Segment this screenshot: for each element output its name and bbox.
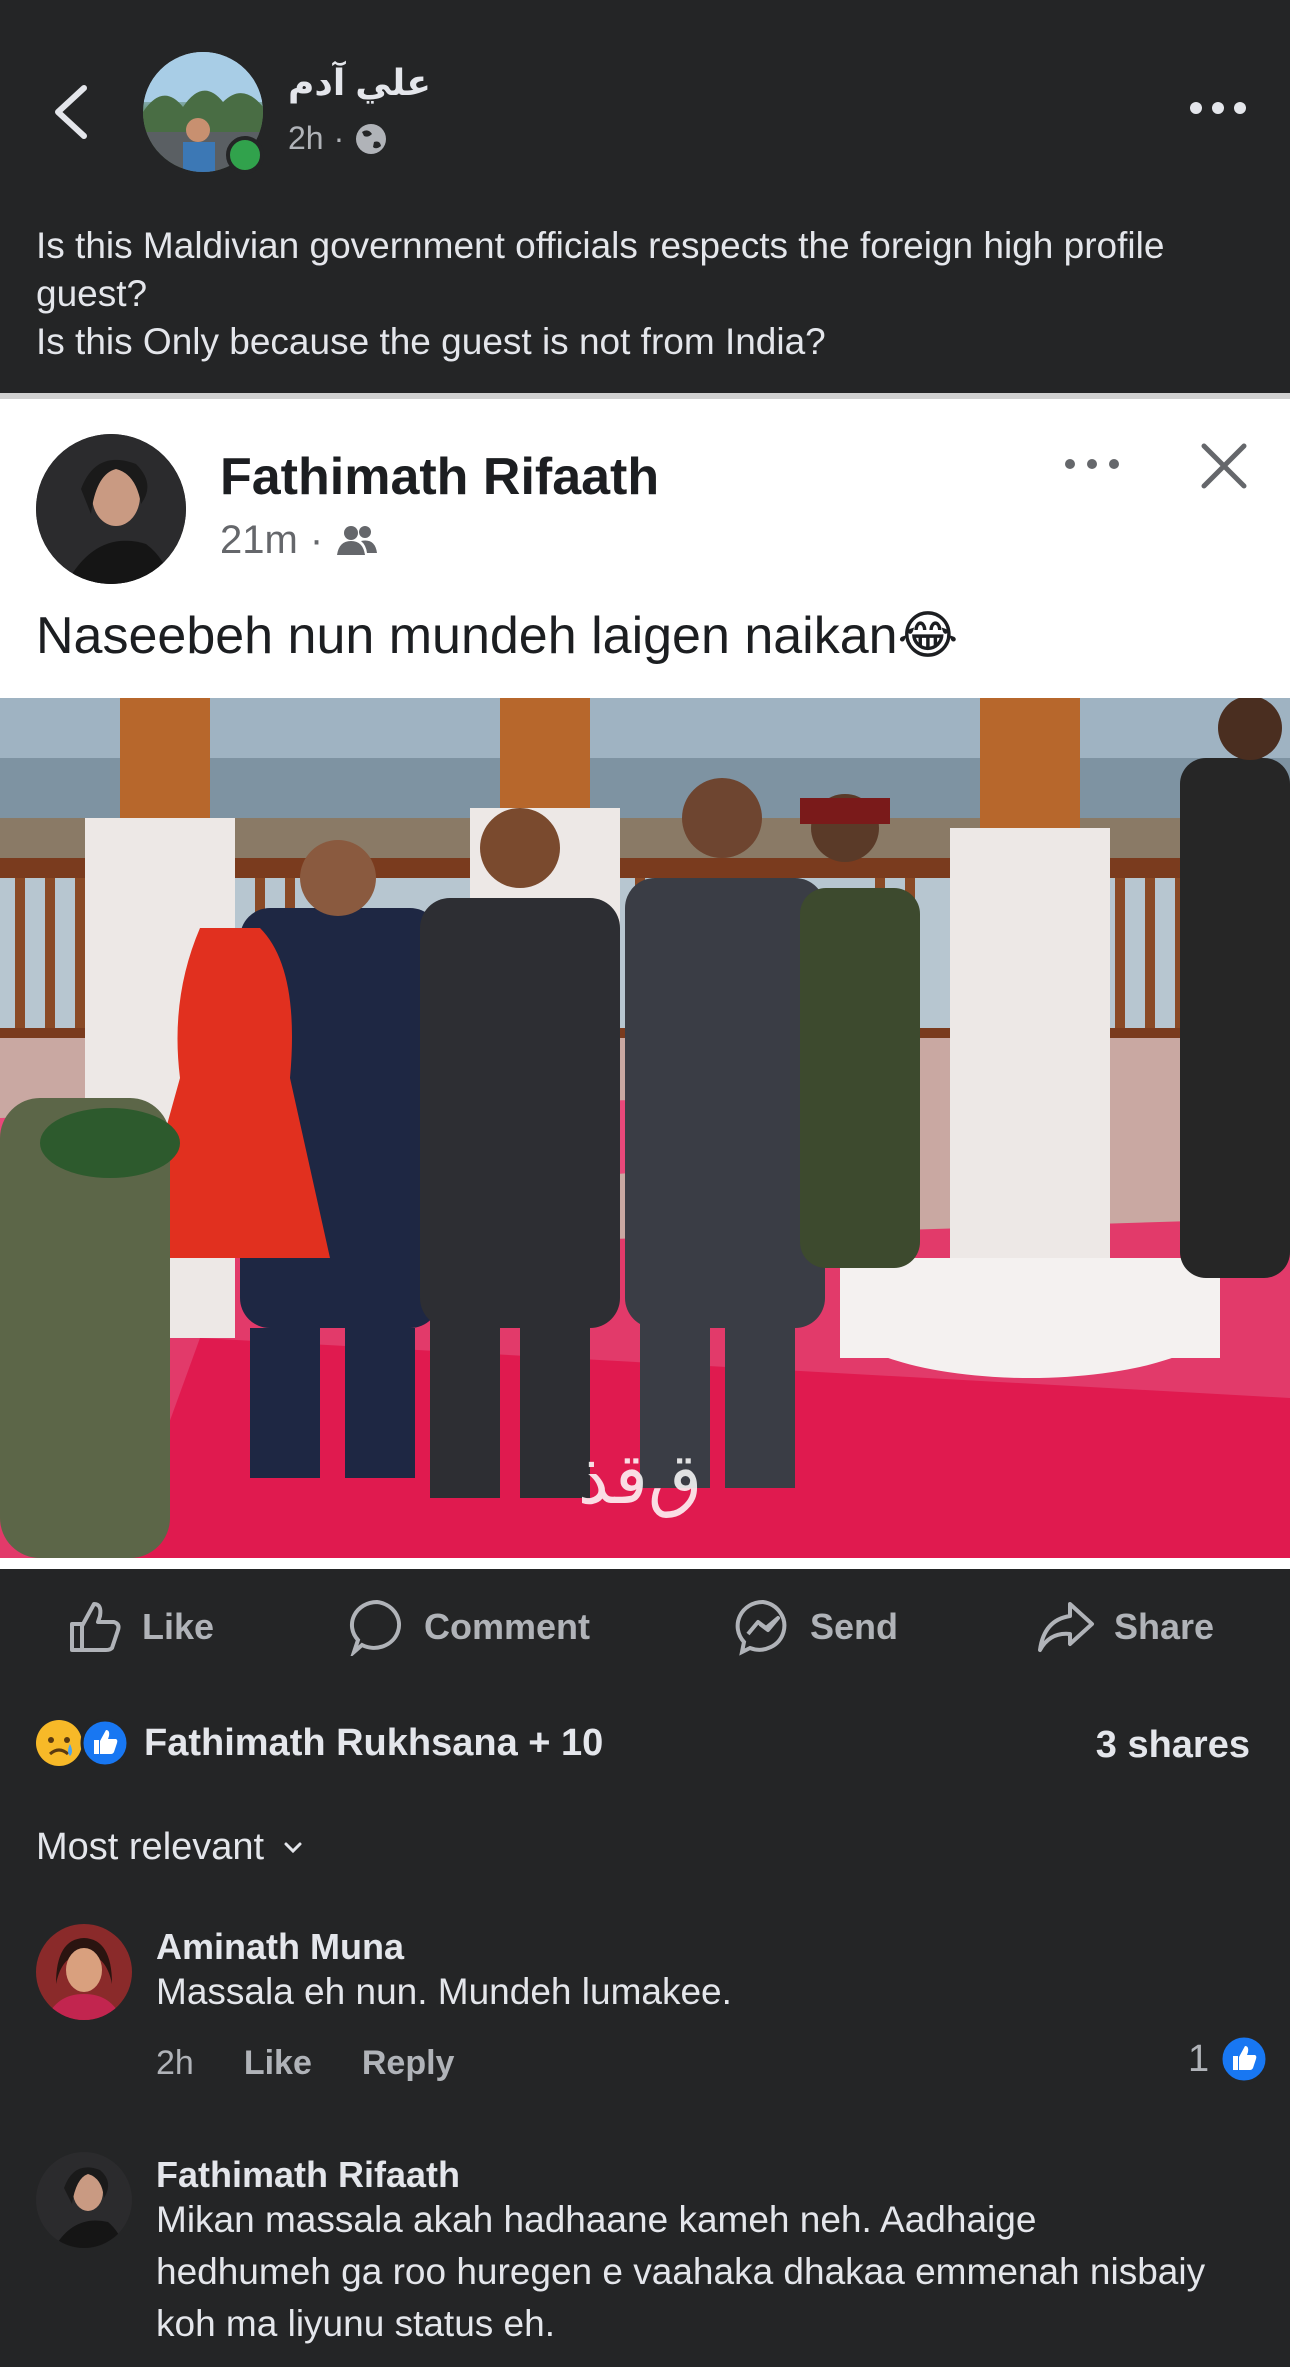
share-arrow-icon <box>1038 1602 1094 1652</box>
shared-post-time: 21m <box>220 518 298 562</box>
comment-meta: 2h Like Reply <box>156 2044 454 2083</box>
more-options-icon[interactable] <box>1188 98 1248 118</box>
shared-post-meta: 21m · <box>220 518 379 563</box>
post-time: 2h <box>288 120 324 156</box>
like-thumb-icon <box>70 1602 121 1652</box>
messenger-icon <box>735 1599 787 1656</box>
comment-reply-button[interactable]: Reply <box>362 2044 455 2083</box>
back-arrow-icon[interactable] <box>46 82 96 142</box>
post-author-name[interactable]: علي آدم <box>288 62 431 104</box>
shared-author-avatar[interactable] <box>36 434 186 584</box>
friends-audience-icon <box>337 525 378 555</box>
share-label: Share <box>1114 1606 1215 1647</box>
comment-author[interactable]: Aminath Muna <box>156 1926 404 1968</box>
like-button[interactable]: Like <box>66 1582 214 1672</box>
comment-text: Mikan massala akah hadhaane kameh neh. A… <box>156 2199 1206 2344</box>
meta-dot: · <box>333 120 345 156</box>
comment-like-count[interactable]: 1 <box>1188 2034 1269 2084</box>
close-icon[interactable] <box>1196 438 1252 494</box>
chevron-down-icon <box>284 1842 302 1853</box>
post-text-line1: Is this Maldivian government officials r… <box>36 225 1165 314</box>
comment-time: 2h <box>156 2044 194 2082</box>
send-label: Send <box>810 1606 899 1647</box>
svg-text:ﻕﻗﺬ: ﻕﻗﺬ <box>578 1438 703 1520</box>
shared-post-photo[interactable]: ﻕﻗﺬ <box>0 698 1290 1558</box>
comment-label: Comment <box>424 1606 591 1647</box>
reactions-text: Fathimath Rukhsana + 10 <box>144 1721 604 1764</box>
shared-post-text: Naseebeh nun mundeh laigen naikan😂 <box>36 607 959 665</box>
comment-author[interactable]: Fathimath Rifaath <box>156 2154 460 2196</box>
comment-avatar[interactable] <box>36 1924 132 2020</box>
sad-reaction-icon <box>36 1720 82 1766</box>
post-text-line2: Is this Only because the guest is not fr… <box>36 321 826 362</box>
reactions-summary[interactable]: Fathimath Rukhsana + 10 <box>34 1718 603 1768</box>
shares-count[interactable]: 3 shares <box>1096 1724 1250 1767</box>
sort-dropdown[interactable]: Most relevant <box>36 1826 304 1869</box>
like-label: Like <box>142 1606 215 1647</box>
comment-bubble-icon <box>349 1599 402 1656</box>
post-meta: 2h · <box>288 120 388 157</box>
comment-button[interactable]: Comment <box>348 1582 590 1672</box>
send-button[interactable]: Send <box>734 1582 898 1672</box>
share-button[interactable]: Share <box>1036 1582 1214 1672</box>
action-bar: Like Comment Send Share <box>0 1582 1290 1672</box>
comment-like-button[interactable]: Like <box>244 2044 312 2083</box>
globe-icon <box>356 123 387 154</box>
shared-more-options-icon[interactable] <box>1062 454 1122 474</box>
shared-author-name[interactable]: Fathimath Rifaath <box>220 447 659 507</box>
like-reaction-icon <box>1219 2034 1269 2084</box>
post-text: Is this Maldivian government officials r… <box>36 222 1256 366</box>
comment-like-count-value: 1 <box>1188 2037 1210 2080</box>
like-reaction-icon <box>80 1718 130 1768</box>
meta-dot: · <box>309 518 324 562</box>
online-status-indicator <box>226 136 264 174</box>
sort-label: Most relevant <box>36 1826 265 1868</box>
comment-text: Massala eh nun. Mundeh lumakee. <box>156 1971 732 2012</box>
comment-avatar[interactable] <box>36 2152 132 2248</box>
